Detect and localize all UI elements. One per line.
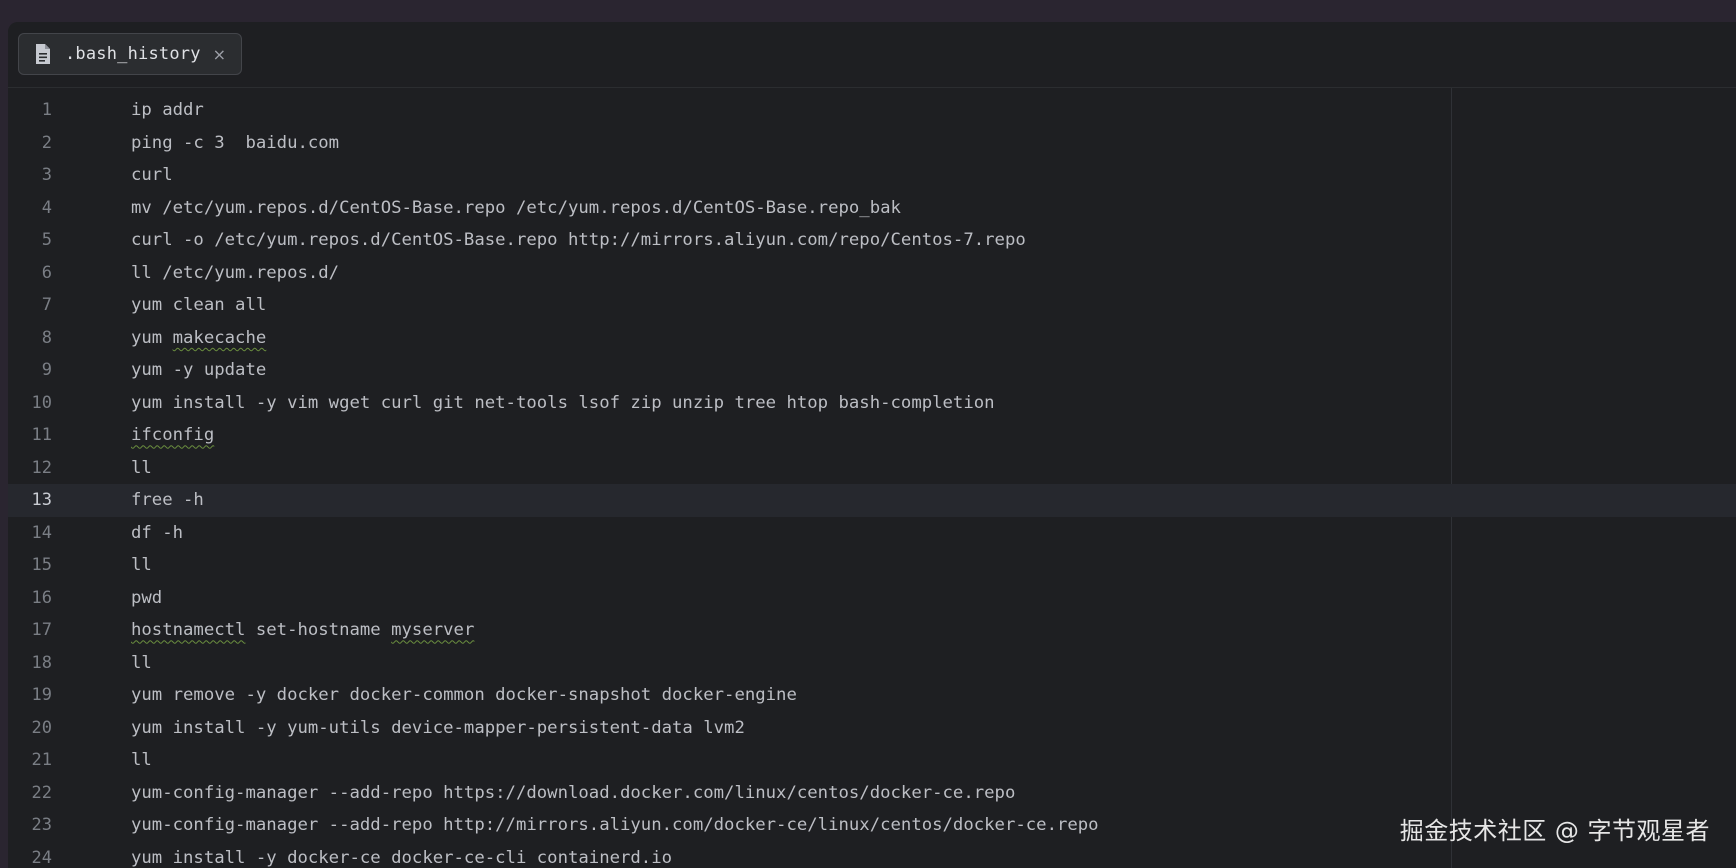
code-editor[interactable]: 1 ip addr 2 ping -c 3 baidu.com 3 curl 4 mv /et…	[8, 88, 1736, 868]
line-number: 17	[31, 620, 52, 641]
editor-line[interactable]: 19 yum remove -y docker docker-common doc…	[8, 679, 1736, 712]
watermark: 掘金技术社区 @ 字节观星者	[1399, 817, 1710, 845]
line-code: yum install -y yum-utils device-mapper-p…	[131, 717, 745, 738]
tab-label: .bash_history	[65, 44, 201, 64]
line-number: 12	[31, 457, 52, 478]
line-number: 18	[31, 652, 52, 673]
editor-window: .bash_history × 1 ip addr 2 ping -c 3 baidu…	[8, 22, 1736, 868]
editor-line[interactable]: 12 ll	[8, 452, 1736, 485]
line-number: 21	[31, 750, 52, 771]
line-number: 3	[41, 165, 52, 186]
line-number: 24	[31, 847, 52, 868]
line-code: df -h	[131, 522, 184, 543]
line-number: 23	[31, 815, 52, 836]
line-code: yum-config-manager --add-repo https://do…	[131, 782, 1016, 803]
line-number: 9	[41, 360, 52, 381]
line-code: ping -c 3 baidu.com	[131, 132, 340, 153]
line-code: yum-config-manager --add-repo http://mir…	[131, 815, 1099, 836]
editor-line[interactable]: 5 curl -o /etc/yum.repos.d/CentOS-Base.re…	[8, 224, 1736, 257]
line-number: 16	[31, 587, 52, 608]
line-number: 7	[41, 295, 52, 316]
line-number: 22	[31, 782, 52, 803]
editor-line[interactable]: 9 yum -y update	[8, 354, 1736, 387]
file-icon	[33, 43, 53, 65]
spellcheck-word: makecache	[172, 327, 267, 348]
line-number: 14	[31, 522, 52, 543]
tab-bar: .bash_history ×	[8, 22, 1736, 88]
spellcheck-word: myserver	[391, 620, 475, 641]
editor-line[interactable]: 7 yum clean all	[8, 289, 1736, 322]
editor-line[interactable]: 3 curl	[8, 159, 1736, 192]
editor-line[interactable]: 18 ll	[8, 647, 1736, 680]
line-code: yum makecache	[131, 327, 267, 348]
line-code: free -h	[131, 490, 204, 511]
line-code: curl -o /etc/yum.repos.d/CentOS-Base.rep…	[131, 230, 1026, 251]
editor-line[interactable]: 4 mv /etc/yum.repos.d/CentOS-Base.repo /e…	[8, 192, 1736, 225]
line-code: mv /etc/yum.repos.d/CentOS-Base.repo /et…	[131, 197, 901, 218]
line-number: 20	[31, 717, 52, 738]
line-code: yum clean all	[131, 295, 267, 316]
line-code: ll	[131, 555, 152, 576]
line-code: ll	[131, 750, 152, 771]
editor-line[interactable]: 14 df -h	[8, 517, 1736, 550]
editor-line[interactable]: 8 yum makecache	[8, 322, 1736, 355]
tab-bash-history[interactable]: .bash_history ×	[18, 33, 242, 75]
editor-lines: 1 ip addr 2 ping -c 3 baidu.com 3 curl 4 mv /et…	[8, 94, 1736, 868]
line-code: curl	[131, 165, 173, 186]
editor-line[interactable]: 16 pwd	[8, 582, 1736, 615]
line-code: hostnamectl set-hostname myserver	[131, 620, 475, 641]
line-code: pwd	[131, 587, 163, 608]
line-number: 10	[31, 392, 52, 413]
editor-line[interactable]: 10 yum install -y vim wget curl git net-t…	[8, 387, 1736, 420]
editor-line[interactable]: 2 ping -c 3 baidu.com	[8, 127, 1736, 160]
line-code: ll	[131, 652, 152, 673]
editor-line[interactable]: 21 ll	[8, 744, 1736, 777]
editor-line[interactable]: 20 yum install -y yum-utils device-mapper…	[8, 712, 1736, 745]
line-code: ifconfig	[131, 425, 214, 445]
line-code: ip addr	[131, 100, 204, 121]
line-code: yum install -y docker-ce docker-ce-cli c…	[131, 847, 673, 868]
line-number: 13	[31, 490, 52, 511]
editor-line[interactable]: 17 hostnamectl set-hostname myserver	[8, 614, 1736, 647]
line-number: 5	[41, 230, 52, 251]
line-number: 2	[41, 132, 52, 153]
editor-line[interactable]: 13 free -h	[8, 484, 1736, 517]
line-number: 1	[41, 100, 52, 121]
line-code: ll /etc/yum.repos.d/	[131, 262, 340, 283]
line-code: yum -y update	[131, 360, 267, 381]
editor-line[interactable]: 15 ll	[8, 549, 1736, 582]
editor-line[interactable]: 1 ip addr	[8, 94, 1736, 127]
editor-line[interactable]: 6 ll /etc/yum.repos.d/	[8, 257, 1736, 290]
spellcheck-word: hostnamectl	[131, 620, 246, 641]
spellcheck-word: ifconfig	[131, 425, 215, 446]
line-number: 15	[31, 555, 52, 576]
line-code: yum remove -y docker docker-common docke…	[131, 685, 797, 706]
close-icon[interactable]: ×	[213, 45, 226, 64]
editor-line[interactable]: 22 yum-config-manager --add-repo https://…	[8, 777, 1736, 810]
line-number: 19	[31, 685, 52, 706]
line-code: ll	[131, 457, 152, 478]
line-number: 6	[41, 262, 52, 283]
editor-line[interactable]: 11 ifconfig	[8, 419, 1736, 452]
line-number: 4	[41, 197, 52, 218]
line-number: 11	[31, 425, 52, 446]
line-number: 8	[41, 327, 52, 348]
line-code: yum install -y vim wget curl git net-too…	[131, 392, 995, 413]
